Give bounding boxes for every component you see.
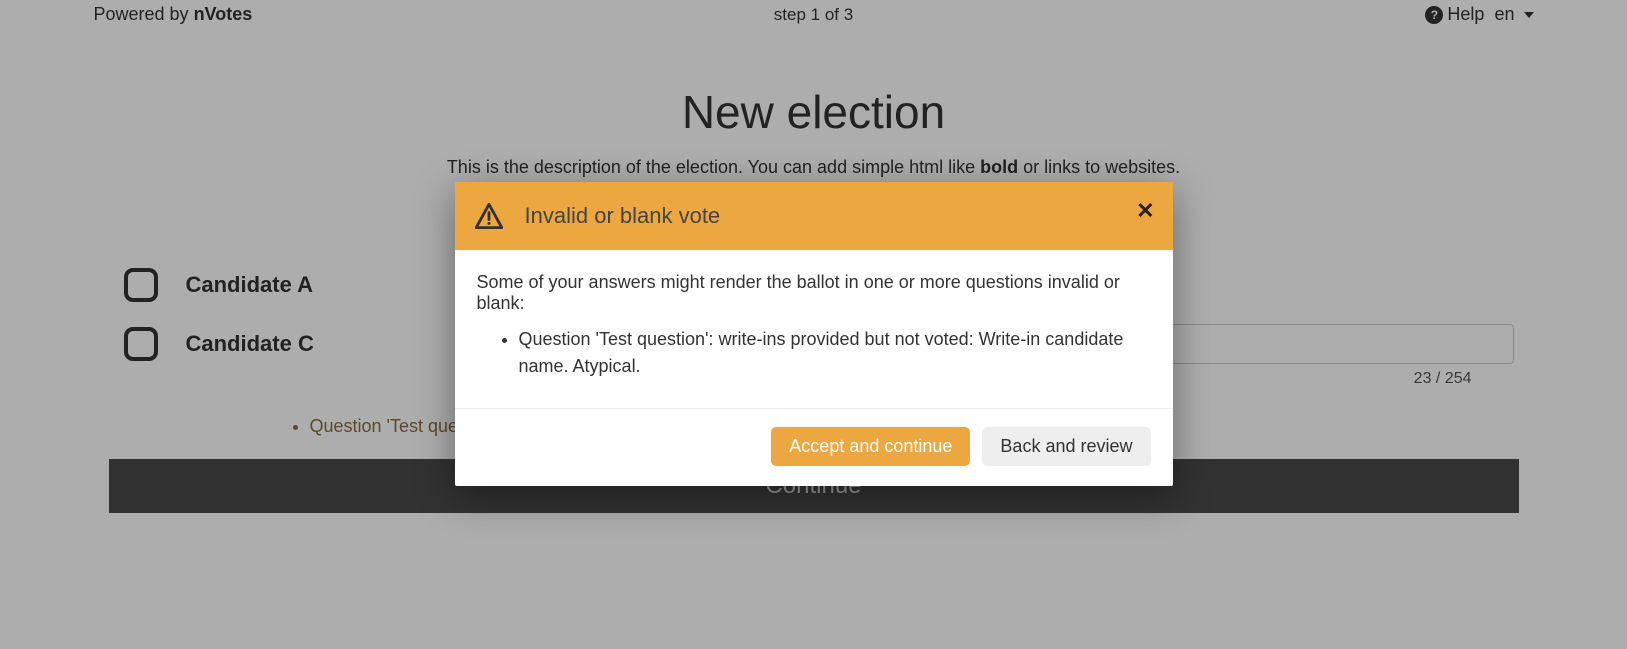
modal-header: Invalid or blank vote ✕ — [455, 182, 1173, 250]
warning-triangle-icon — [475, 203, 503, 229]
back-review-button[interactable]: Back and review — [982, 427, 1150, 466]
accept-continue-button[interactable]: Accept and continue — [771, 427, 970, 466]
modal-title: Invalid or blank vote — [525, 203, 721, 229]
close-icon[interactable]: ✕ — [1136, 200, 1154, 222]
modal-warning-item: Question 'Test question': write-ins prov… — [519, 326, 1151, 380]
modal-footer: Accept and continue Back and review — [455, 409, 1173, 486]
modal-body: Some of your answers might render the ba… — [455, 250, 1173, 409]
modal-intro: Some of your answers might render the ba… — [477, 272, 1151, 314]
invalid-vote-modal: Invalid or blank vote ✕ Some of your ans… — [455, 182, 1173, 486]
